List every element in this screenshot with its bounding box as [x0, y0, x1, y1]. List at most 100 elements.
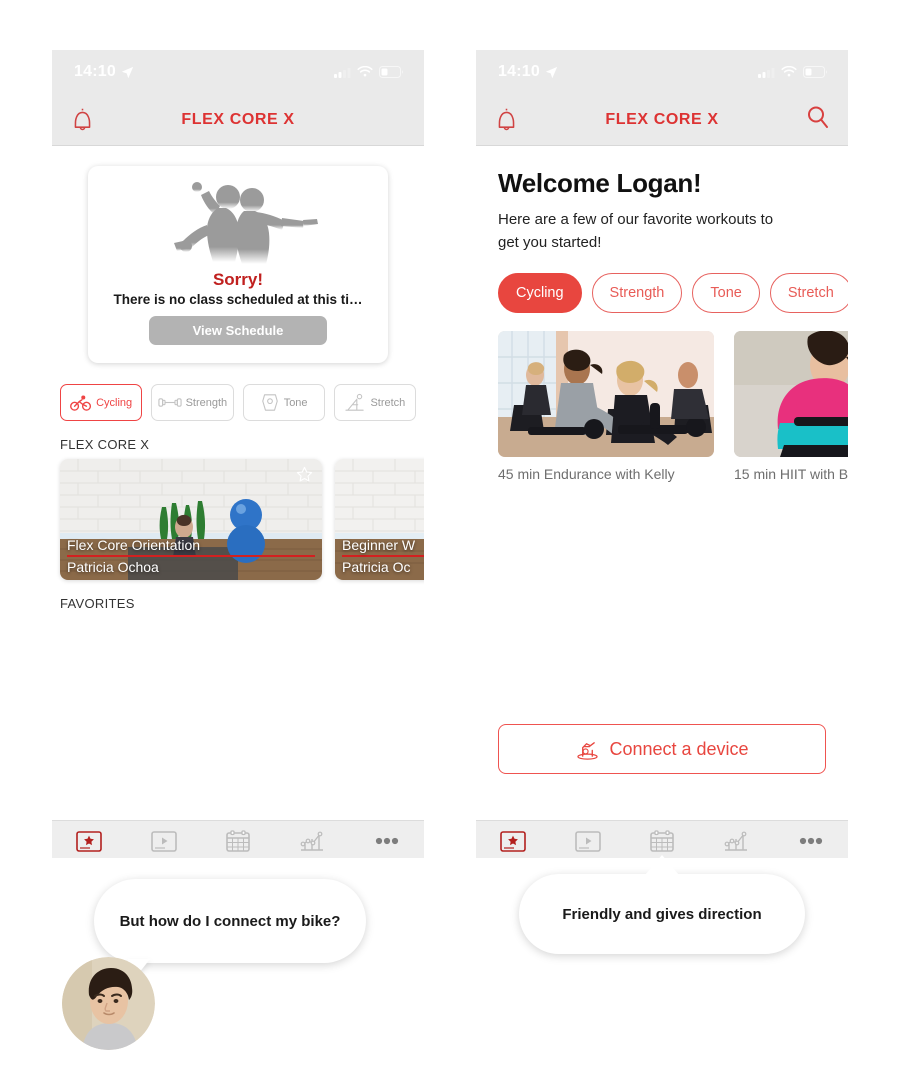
tab-on-demand[interactable]: On Demand [126, 829, 200, 858]
status-bar-indicators [334, 66, 404, 78]
workout-item[interactable]: 45 min Endurance with Kelly [498, 330, 714, 482]
no-class-message: There is no class scheduled at this ti… [113, 292, 363, 307]
tab-more[interactable]: More [350, 829, 424, 858]
status-bar-indicators [758, 66, 828, 78]
view-schedule-button[interactable]: View Schedule [149, 316, 327, 345]
calendar-icon [650, 829, 674, 853]
tab-bar-left: Featured On Demand Live Progress More [52, 820, 424, 858]
screen-content-left: Sorry! There is no class scheduled at th… [52, 146, 424, 820]
workout-progress-bar [342, 554, 424, 557]
workout-caption: 15 min HIIT with Bro [734, 465, 848, 482]
tab-bar-right: Featured On Demand Live Progress More [476, 820, 848, 858]
workout-card-title: Flex Core Orientation [67, 536, 201, 553]
phone-mockup-right: 14:10 FLEX CORE X Welcome Logan! Here ar… [476, 50, 848, 858]
workout-thumbnail-image[interactable] [734, 330, 848, 457]
workout-card-caption: Beginner W Patricia Oc [335, 536, 424, 575]
tab-live[interactable]: Live [201, 829, 275, 858]
connect-device-button[interactable]: Connect a device [498, 724, 826, 774]
section-header-brand: FLEX CORE X [60, 437, 150, 452]
welcome-subtext: Here are a few of our favorite workouts … [498, 211, 774, 252]
filter-chip-tone[interactable]: Tone [692, 272, 760, 313]
section-header-favorites: FAVORITES [60, 596, 135, 611]
ellipsis-icon [374, 829, 400, 853]
welcome-heading: Welcome Logan! [498, 168, 702, 198]
page-title: FLEX CORE X [605, 110, 719, 128]
phone-mockup-left: 14:10 FLEX CORE X Sorry! There is no cla… [52, 50, 424, 858]
nav-bar-left: FLEX CORE X [52, 94, 424, 146]
tab-progress[interactable]: Progress [699, 829, 773, 858]
category-chip-strength-label: Strength [185, 396, 228, 409]
status-bar-time-group: 14:10 [74, 63, 134, 81]
status-bar-right: 14:10 [476, 50, 848, 94]
no-class-card: Sorry! There is no class scheduled at th… [88, 166, 388, 363]
tab-more[interactable]: More [774, 829, 848, 858]
workout-card[interactable]: Flex Core Orientation Patricia Ochoa [60, 459, 322, 580]
featured-screen-icon [76, 829, 103, 853]
workout-card-title: Beginner W [342, 536, 416, 553]
star-outline-icon[interactable] [296, 466, 313, 483]
filter-chip-cycling[interactable]: Cycling [498, 272, 582, 313]
battery-icon [803, 66, 828, 78]
cellular-signal-icon [758, 67, 775, 78]
workout-caption: 45 min Endurance with Kelly [498, 465, 675, 482]
search-button[interactable] [806, 105, 830, 135]
ellipsis-icon [798, 829, 824, 853]
wifi-icon [781, 66, 797, 77]
annotation-bubble-left-text: But how do I connect my bike? [119, 912, 341, 930]
avatar [62, 957, 155, 1050]
filter-chip-row-right: Cycling Strength Tone Stretch [476, 255, 848, 313]
category-chip-cycling-label: Cycling [96, 396, 133, 409]
featured-screen-icon [500, 829, 527, 853]
stretch-icon [345, 393, 365, 411]
status-bar-left: 14:10 [52, 50, 424, 94]
battery-icon [379, 66, 404, 78]
tab-on-demand[interactable]: On Demand [550, 829, 624, 858]
connect-device-section: Connect a device [498, 724, 826, 774]
category-chip-stretch-label: Stretch [370, 396, 406, 409]
exercise-bike-icon [577, 741, 599, 760]
category-chip-strength[interactable]: Strength [151, 384, 234, 421]
cyclist-icon [70, 394, 92, 411]
nav-bar-right: FLEX CORE X [476, 94, 848, 146]
annotation-bubble-left: But how do I connect my bike? [94, 879, 366, 987]
workout-thumbnail-image[interactable] [498, 330, 714, 457]
cellular-signal-icon [334, 67, 351, 78]
tab-featured[interactable]: Featured [476, 829, 550, 858]
workout-card-coach: Patricia Oc [342, 559, 411, 575]
wifi-icon [357, 66, 373, 77]
category-chip-tone[interactable]: Tone [242, 384, 325, 421]
category-chip-row-left: Cycling Strength Tone Stretch [52, 363, 424, 421]
search-icon [808, 106, 828, 128]
workout-item[interactable]: 15 min HIIT with Bro [734, 330, 848, 482]
category-chip-tone-label: Tone [283, 396, 308, 409]
tab-progress[interactable]: Progress [275, 829, 349, 858]
chart-icon [299, 829, 325, 853]
annotation-bubble-right-text: Friendly and gives direction [562, 905, 762, 923]
dumbbell-icon [157, 398, 182, 407]
connect-device-label: Connect a device [609, 738, 749, 759]
workout-thumbnail-strip[interactable]: 45 min Endurance with Kelly 15 min HIIT … [476, 313, 848, 482]
status-bar-time-group: 14:10 [498, 63, 558, 81]
play-screen-icon [574, 829, 601, 853]
chart-icon [723, 829, 749, 853]
category-chip-cycling[interactable]: Cycling [60, 384, 143, 421]
filter-chip-stretch[interactable]: Stretch [769, 272, 848, 313]
no-class-title: Sorry! [212, 270, 264, 289]
tab-featured[interactable]: Featured [52, 829, 126, 858]
screen-content-right: Welcome Logan! Here are a few of our fav… [476, 146, 848, 820]
workout-card-strip-left[interactable]: Flex Core Orientation Patricia Ochoa Beg… [52, 459, 424, 580]
page-title: FLEX CORE X [181, 110, 295, 128]
workout-card[interactable]: Beginner W Patricia Oc [335, 459, 424, 580]
location-arrow-icon [545, 66, 558, 78]
status-time: 14:10 [74, 63, 116, 80]
play-screen-icon [150, 829, 177, 853]
location-arrow-icon [121, 66, 134, 78]
status-time: 14:10 [498, 63, 540, 80]
dancing-people-silhouette [102, 180, 374, 264]
tab-live[interactable]: Live [625, 829, 699, 858]
annotation-bubble-right: Friendly and gives direction [519, 855, 805, 954]
category-chip-stretch[interactable]: Stretch [333, 384, 416, 421]
workout-card-caption: Flex Core Orientation Patricia Ochoa [60, 536, 322, 575]
filter-chip-strength[interactable]: Strength [591, 272, 683, 313]
workout-card-coach: Patricia Ochoa [67, 559, 159, 575]
